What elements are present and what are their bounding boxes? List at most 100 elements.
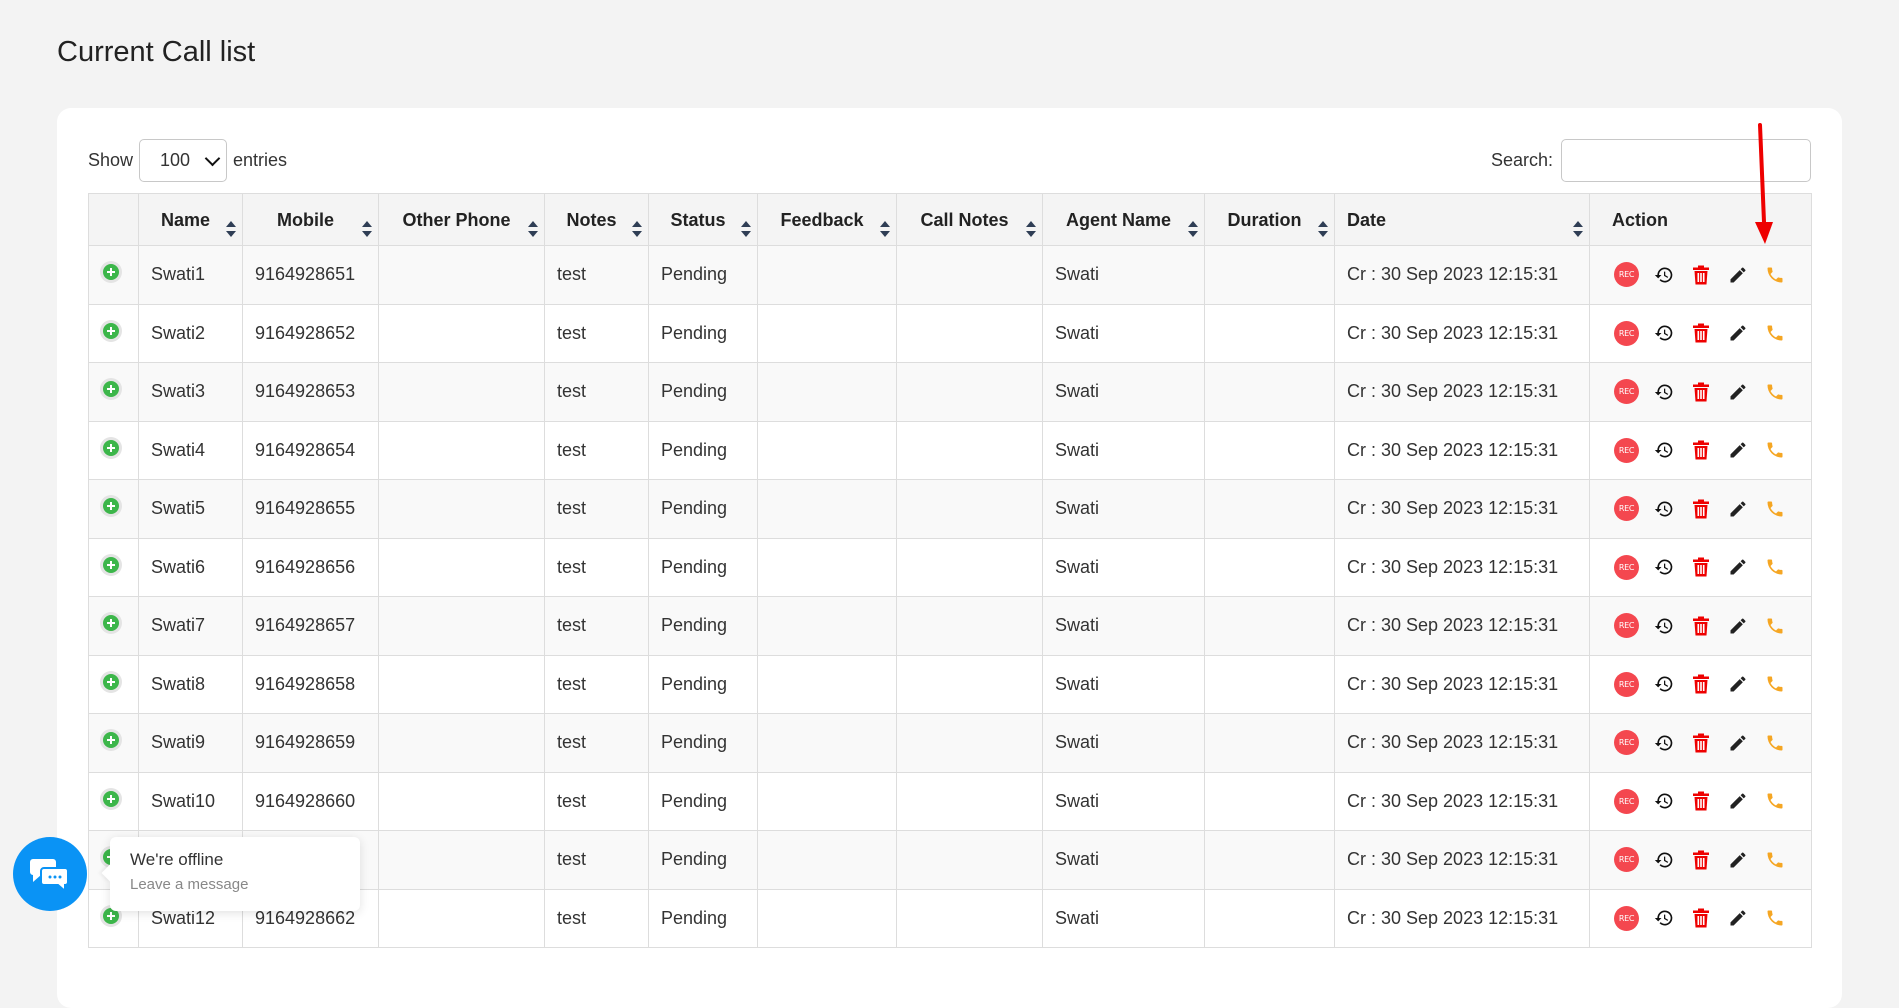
column-header-agent-name[interactable]: Agent Name	[1042, 193, 1205, 246]
edit-button[interactable]	[1719, 260, 1756, 290]
recording-button[interactable]: REC	[1608, 260, 1645, 290]
expand-row-icon[interactable]	[103, 381, 119, 398]
delete-button[interactable]	[1682, 611, 1719, 641]
history-button[interactable]	[1645, 318, 1682, 348]
call-button[interactable]	[1756, 260, 1793, 290]
history-button[interactable]	[1645, 786, 1682, 816]
recording-button[interactable]: REC	[1608, 786, 1645, 816]
delete-button[interactable]	[1682, 435, 1719, 465]
delete-button[interactable]	[1682, 260, 1719, 290]
table-row[interactable]: Swati3 9164928653 test Pending Swati Cr : 30 …	[88, 362, 1812, 422]
expand-row-icon[interactable]	[103, 322, 119, 339]
table-row[interactable]: Swati8 9164928658 test Pending Swati Cr : 30 …	[88, 654, 1812, 714]
table-row[interactable]: Swati6 9164928656 test Pending Swati Cr : 30 …	[88, 537, 1812, 597]
column-header-call-notes[interactable]: Call Notes	[896, 193, 1043, 246]
history-button[interactable]	[1645, 377, 1682, 407]
call-button[interactable]	[1756, 903, 1793, 933]
edit-button[interactable]	[1719, 435, 1756, 465]
edit-button[interactable]	[1719, 845, 1756, 875]
chat-leave-message[interactable]: Leave a message	[130, 876, 340, 893]
expand-row-icon[interactable]	[103, 264, 119, 281]
call-button[interactable]	[1756, 786, 1793, 816]
call-button[interactable]	[1756, 318, 1793, 348]
table-row[interactable]: Swati2 9164928652 test Pending Swati Cr : 30 …	[88, 303, 1812, 363]
entries-per-page-select[interactable]: 100	[139, 139, 228, 182]
recording-button[interactable]: REC	[1608, 318, 1645, 348]
sort-icon[interactable]	[632, 221, 642, 237]
expand-row-icon[interactable]	[103, 498, 119, 515]
sort-icon[interactable]	[362, 221, 372, 237]
column-header-date[interactable]: Date	[1334, 193, 1590, 246]
column-header-feedback[interactable]: Feedback	[757, 193, 897, 246]
delete-button[interactable]	[1682, 552, 1719, 582]
edit-button[interactable]	[1719, 552, 1756, 582]
call-button[interactable]	[1756, 611, 1793, 641]
delete-button[interactable]	[1682, 845, 1719, 875]
expand-row-icon[interactable]	[103, 439, 119, 456]
delete-button[interactable]	[1682, 318, 1719, 348]
call-button[interactable]	[1756, 377, 1793, 407]
recording-button[interactable]: REC	[1608, 494, 1645, 524]
delete-button[interactable]	[1682, 786, 1719, 816]
call-button[interactable]	[1756, 669, 1793, 699]
sort-icon[interactable]	[528, 221, 538, 237]
history-button[interactable]	[1645, 494, 1682, 524]
recording-button[interactable]: REC	[1608, 728, 1645, 758]
edit-button[interactable]	[1719, 611, 1756, 641]
history-button[interactable]	[1645, 435, 1682, 465]
call-button[interactable]	[1756, 552, 1793, 582]
chat-offline-popup[interactable]: We're offline Leave a message	[110, 837, 360, 911]
delete-button[interactable]	[1682, 494, 1719, 524]
edit-button[interactable]	[1719, 728, 1756, 758]
recording-button[interactable]: REC	[1608, 903, 1645, 933]
history-button[interactable]	[1645, 845, 1682, 875]
sort-icon[interactable]	[1573, 221, 1583, 237]
table-row[interactable]: Swati7 9164928657 test Pending Swati Cr : 30 …	[88, 596, 1812, 656]
table-row[interactable]: Swati9 9164928659 test Pending Swati Cr : 30 …	[88, 713, 1812, 773]
recording-button[interactable]: REC	[1608, 669, 1645, 699]
delete-button[interactable]	[1682, 377, 1719, 407]
edit-button[interactable]	[1719, 318, 1756, 348]
table-row[interactable]: Swati4 9164928654 test Pending Swati Cr : 30 …	[88, 420, 1812, 480]
call-button[interactable]	[1756, 435, 1793, 465]
search-input[interactable]	[1561, 139, 1811, 182]
sort-icon[interactable]	[1026, 221, 1036, 237]
call-button[interactable]	[1756, 845, 1793, 875]
history-button[interactable]	[1645, 552, 1682, 582]
sort-icon[interactable]	[226, 221, 236, 237]
table-row[interactable]: Swati1 9164928651 test Pending Swati Cr : 30 …	[88, 245, 1812, 305]
recording-button[interactable]: REC	[1608, 377, 1645, 407]
recording-button[interactable]: REC	[1608, 435, 1645, 465]
edit-button[interactable]	[1719, 903, 1756, 933]
recording-button[interactable]: REC	[1608, 552, 1645, 582]
expand-row-icon[interactable]	[103, 615, 119, 632]
edit-button[interactable]	[1719, 786, 1756, 816]
column-header-mobile[interactable]: Mobile	[242, 193, 379, 246]
edit-button[interactable]	[1719, 669, 1756, 699]
table-row[interactable]: Swati10 9164928660 test Pending Swati Cr : 30…	[88, 771, 1812, 831]
column-header-name[interactable]: Name	[138, 193, 243, 246]
column-header-notes[interactable]: Notes	[544, 193, 649, 246]
history-button[interactable]	[1645, 728, 1682, 758]
edit-button[interactable]	[1719, 494, 1756, 524]
call-button[interactable]	[1756, 494, 1793, 524]
expand-row-icon[interactable]	[103, 790, 119, 807]
delete-button[interactable]	[1682, 728, 1719, 758]
recording-button[interactable]: REC	[1608, 611, 1645, 641]
sort-icon[interactable]	[1188, 221, 1198, 237]
recording-button[interactable]: REC	[1608, 845, 1645, 875]
column-header-status[interactable]: Status	[648, 193, 758, 246]
sort-icon[interactable]	[880, 221, 890, 237]
call-button[interactable]	[1756, 728, 1793, 758]
column-header-other-phone[interactable]: Other Phone	[378, 193, 545, 246]
delete-button[interactable]	[1682, 669, 1719, 699]
expand-row-icon[interactable]	[103, 732, 119, 749]
edit-button[interactable]	[1719, 377, 1756, 407]
expand-row-icon[interactable]	[103, 556, 119, 573]
history-button[interactable]	[1645, 611, 1682, 641]
delete-button[interactable]	[1682, 903, 1719, 933]
history-button[interactable]	[1645, 669, 1682, 699]
sort-icon[interactable]	[1318, 221, 1328, 237]
chat-launcher-button[interactable]	[13, 837, 87, 911]
sort-icon[interactable]	[741, 221, 751, 237]
